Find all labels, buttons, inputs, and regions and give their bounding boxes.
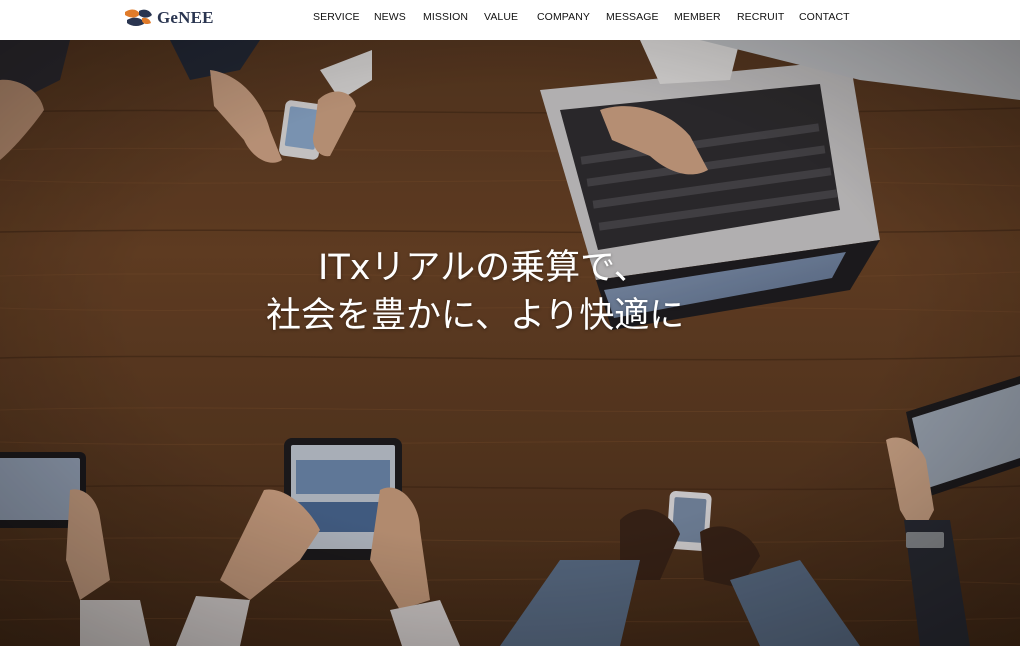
nav-item-service[interactable]: SERVICE — [313, 11, 360, 23]
nav-item-contact[interactable]: CONTACT — [799, 11, 850, 23]
nav-item-mission[interactable]: MISSION — [423, 11, 468, 23]
hero-headline-line1: ITxリアルの乗算で、 — [318, 248, 649, 288]
nav-item-company[interactable]: COMPANY — [537, 11, 590, 23]
hero-dark-overlay — [0, 40, 1020, 646]
nav-item-message[interactable]: MESSAGE — [606, 11, 659, 23]
nav-item-news[interactable]: NEWS — [374, 11, 406, 23]
main-nav: SERVICE NEWS MISSION VALUE COMPANY MESSA… — [0, 0, 1020, 33]
nav-item-recruit[interactable]: RECRUIT — [737, 11, 784, 23]
nav-item-member[interactable]: MEMBER — [674, 11, 721, 23]
nav-item-value[interactable]: VALUE — [484, 11, 518, 23]
site-header: GeNEE SERVICE NEWS MISSION VALUE COMPANY… — [0, 0, 1020, 40]
hero-headline-line2: 社会を豊かに、より快適に — [266, 296, 685, 336]
hero-section: ITxリアルの乗算で、 社会を豊かに、より快適に — [0, 40, 1020, 646]
